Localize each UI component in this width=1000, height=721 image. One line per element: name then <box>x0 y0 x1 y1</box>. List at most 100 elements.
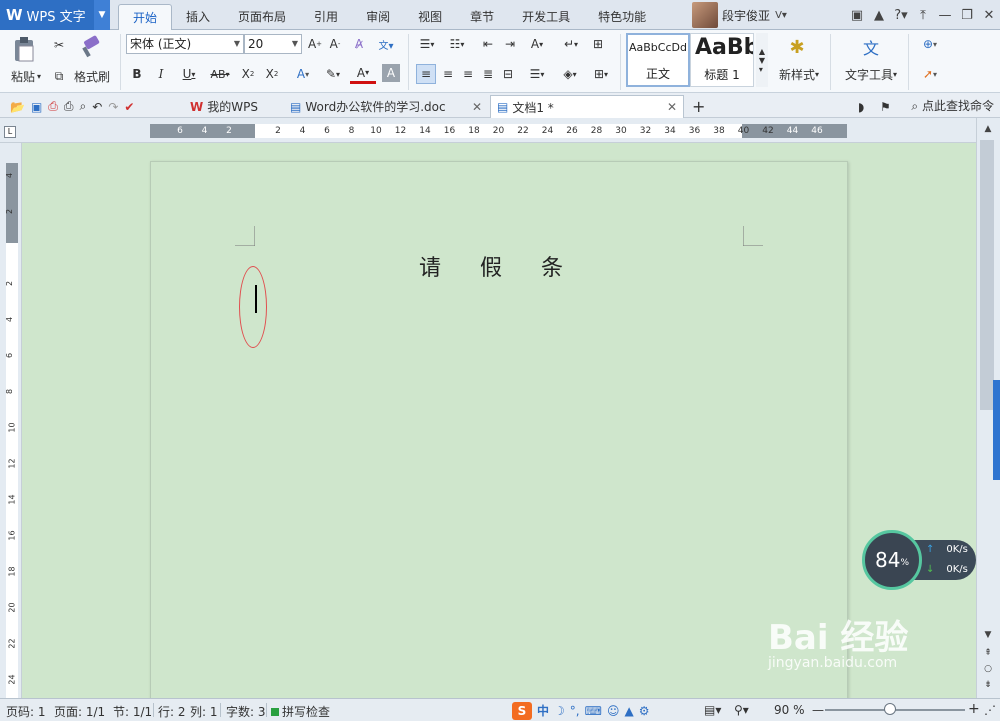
export-pdf-icon[interactable]: ⎙ <box>48 99 58 114</box>
format-painter-icon[interactable] <box>78 34 106 60</box>
tab-stop-selector[interactable]: L <box>4 126 16 138</box>
save-icon[interactable]: ▣ <box>31 100 42 114</box>
network-speed-widget[interactable]: 84% ↑ 0K/s ↓ 0K/s <box>862 530 976 590</box>
paste-button[interactable]: 粘贴 ▾ <box>6 66 46 86</box>
font-color-icon[interactable]: A ▾ <box>350 64 376 84</box>
grow-font-icon[interactable]: A + <box>306 34 324 54</box>
increase-indent-icon[interactable]: ⇥ <box>500 34 520 54</box>
user-account[interactable]: 段宇俊亚 V▾ <box>692 2 792 28</box>
italic-icon[interactable]: I <box>152 64 170 84</box>
input-method-bar[interactable]: S 中 ☽ °, ⌨ ☺ ▲ ⚙ <box>512 699 692 721</box>
phonetic-guide-icon[interactable]: 文▾ <box>374 34 398 54</box>
strikethrough-icon[interactable]: AB ▾ <box>206 64 234 84</box>
status-word-count[interactable]: 字数: 3 <box>226 703 266 720</box>
new-style-icon[interactable]: ✱ <box>784 34 810 60</box>
align-center-icon[interactable]: ≡ <box>438 64 458 84</box>
tab-references[interactable]: 引用 <box>300 4 352 30</box>
cut-icon[interactable]: ✂ <box>48 34 70 56</box>
user-icon[interactable]: ☺ <box>607 704 620 718</box>
numbered-list-icon[interactable]: ☷ ▾ <box>444 34 470 54</box>
skin-icon[interactable]: ▲ <box>624 704 633 718</box>
bold-icon[interactable]: B <box>128 64 146 84</box>
clipboard-icon[interactable] <box>6 34 42 64</box>
shirt-icon[interactable]: ▲ <box>868 4 890 26</box>
chinese-mode-icon[interactable]: 中 <box>537 702 549 719</box>
comment-icon[interactable]: ◗ <box>852 95 870 118</box>
next-page-icon[interactable]: ⇟ <box>979 678 997 692</box>
clear-format-icon[interactable]: A̷ <box>350 34 368 54</box>
tab-document-1[interactable]: ▤ 文档1 * ✕ <box>490 95 684 118</box>
line-spacing-icon[interactable]: ☰ ▾ <box>524 64 550 84</box>
tab-review[interactable]: 审阅 <box>352 4 404 30</box>
zoom-slider-knob[interactable] <box>884 703 896 715</box>
justify-icon[interactable]: ≣ <box>478 64 498 84</box>
tab-home[interactable]: 开始 <box>118 4 173 30</box>
keyboard-icon[interactable]: ⌨ <box>585 704 602 718</box>
half-width-icon[interactable]: ☽ <box>554 704 565 718</box>
bullet-list-icon[interactable]: ☰ ▾ <box>414 34 440 54</box>
style-normal[interactable]: AaBbCcDd 正文 <box>626 33 690 87</box>
underline-icon[interactable]: U ▾ <box>176 64 202 84</box>
open-folder-icon[interactable]: 📂 <box>10 100 25 114</box>
horizontal-ruler[interactable]: 6 4 2 2 4 6 8 10 12 14 16 18 20 22 24 26 28 30 32 34 36 38 40 4… <box>150 124 847 138</box>
view-mode-icon[interactable]: ▤▾ <box>704 703 721 717</box>
redo-icon[interactable]: ↷ <box>108 100 118 114</box>
restore-icon[interactable]: ❐ <box>956 4 978 26</box>
settings-icon[interactable]: ⚙ <box>639 704 650 718</box>
format-painter-button[interactable]: 格式刷 <box>70 66 114 86</box>
app-menu-button[interactable]: W WPS 文字 ▼ <box>0 0 110 30</box>
pin-icon[interactable]: ⚑ <box>874 95 897 118</box>
char-shading-icon[interactable]: A <box>382 64 400 82</box>
table-grid-icon[interactable]: ⊞ <box>588 34 608 54</box>
zoom-level[interactable]: 90 % <box>774 703 805 717</box>
distribute-icon[interactable]: ⊟ <box>498 64 518 84</box>
tab-developer[interactable]: 开发工具 <box>508 4 584 30</box>
style-heading1[interactable]: AaBb 标题 1 <box>690 33 754 87</box>
sogou-icon[interactable]: S <box>512 701 532 720</box>
undo-icon[interactable]: ↶ <box>92 100 102 114</box>
tab-document-word-learning[interactable]: ▤ Word办公软件的学习.doc ✕ <box>284 95 488 118</box>
select-browse-object-icon[interactable]: ○ <box>979 662 997 676</box>
tab-view[interactable]: 视图 <box>404 4 456 30</box>
collapse-ribbon-icon[interactable]: ⤒ <box>912 4 934 26</box>
skin-icon[interactable]: ▣ <box>846 4 868 26</box>
style-gallery-scroll[interactable]: ▲ ▼ ▾ <box>756 33 768 87</box>
tab-my-wps[interactable]: W 我的WPS <box>184 95 282 118</box>
tab-chapter[interactable]: 章节 <box>456 4 508 30</box>
scroll-up-icon[interactable]: ▲ <box>979 122 997 136</box>
new-tab-button[interactable]: + <box>686 95 711 118</box>
copy-icon[interactable]: ⧉ <box>48 66 70 86</box>
previous-page-icon[interactable]: ⇞ <box>979 646 997 660</box>
print-icon[interactable]: ⎙ <box>64 99 74 114</box>
align-right-icon[interactable]: ≡ <box>458 64 478 84</box>
line-break-icon[interactable]: ↵ ▾ <box>558 34 584 54</box>
subscript-icon[interactable]: X2 <box>262 64 282 84</box>
minimize-icon[interactable]: — <box>934 4 956 26</box>
decrease-indent-icon[interactable]: ⇤ <box>478 34 498 54</box>
document-page[interactable]: 请 假 条 <box>150 161 848 698</box>
borders-icon[interactable]: ⊞ ▾ <box>588 64 614 84</box>
side-panel-toggle[interactable] <box>993 380 1000 480</box>
scroll-down-icon[interactable]: ▼ <box>979 628 997 642</box>
font-name-select[interactable]: 宋体 (正文) ▼ <box>126 34 244 54</box>
help-icon[interactable]: ?▾ <box>890 4 912 26</box>
new-style-button[interactable]: 新样式 ▾ <box>774 64 824 84</box>
print-preview-icon[interactable]: ⌕ <box>80 99 87 114</box>
scrollbar-thumb[interactable] <box>980 140 994 410</box>
punctuation-icon[interactable]: °, <box>570 704 580 718</box>
text-effect-icon[interactable]: A ▾ <box>290 64 316 84</box>
vip-icon[interactable]: V▾ <box>770 4 792 26</box>
zoom-in-icon[interactable]: + <box>968 701 980 717</box>
command-search[interactable]: ⌕ 点此查找命令 <box>911 97 994 114</box>
find-replace-icon[interactable]: ⊕ ▾ <box>916 34 944 54</box>
tab-insert[interactable]: 插入 <box>172 4 224 30</box>
pin-icon[interactable]: ⚲▾ <box>734 703 749 717</box>
close-tab-icon[interactable]: ✕ <box>667 100 677 114</box>
select-icon[interactable]: ➚ ▾ <box>916 64 944 84</box>
status-page-number[interactable]: 页码: 1 <box>6 703 46 720</box>
shrink-font-icon[interactable]: A- <box>326 34 344 54</box>
shading-icon[interactable]: ◈ ▾ <box>556 64 584 84</box>
tab-special-features[interactable]: 特色功能 <box>584 4 660 30</box>
vertical-ruler[interactable]: 4 2 2 4 6 8 10 12 14 16 18 20 22 24 <box>0 143 22 698</box>
highlight-icon[interactable]: ✎ ▾ <box>320 64 346 84</box>
